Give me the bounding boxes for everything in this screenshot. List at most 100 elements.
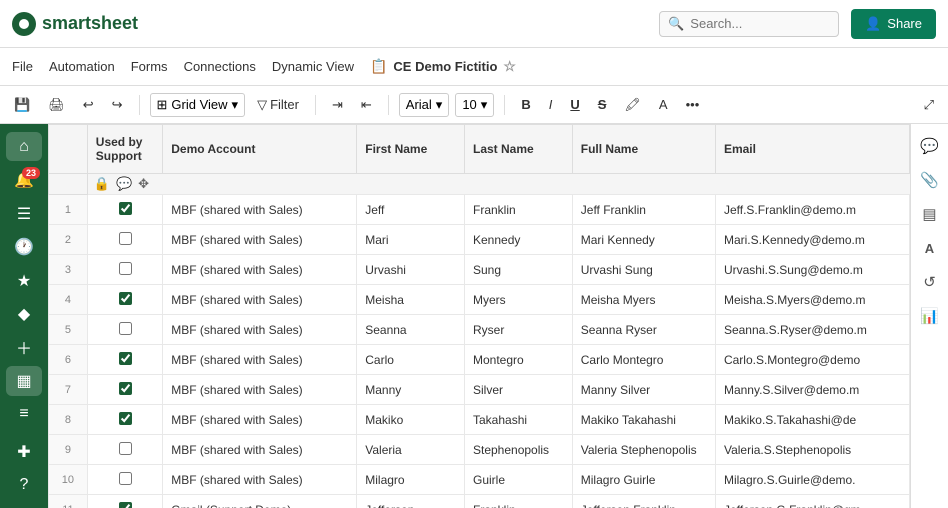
grid-view-select[interactable]: ⊞ Grid View ▾ xyxy=(150,93,246,117)
used-by-support-checkbox[interactable] xyxy=(119,202,132,215)
used-by-support-checkbox[interactable] xyxy=(119,352,132,365)
right-sidebar-charts[interactable]: 📊 xyxy=(916,302,944,330)
used-by-support-checkbox[interactable] xyxy=(119,502,132,508)
expand-btn[interactable]: ⤢ xyxy=(918,93,940,117)
used-by-support-checkbox[interactable] xyxy=(119,472,132,485)
right-sidebar-activity[interactable]: A xyxy=(916,234,944,262)
col-header-last-name: Last Name xyxy=(465,125,573,174)
search-input[interactable] xyxy=(690,16,830,31)
used-by-support-cell[interactable] xyxy=(87,255,162,285)
used-by-support-checkbox[interactable] xyxy=(119,442,132,455)
used-by-support-cell[interactable] xyxy=(87,195,162,225)
used-by-support-checkbox[interactable] xyxy=(119,292,132,305)
email-cell: Makiko.S.Takahashi@de xyxy=(715,405,909,435)
sidebar-item-recents[interactable]: 🕐 xyxy=(6,232,42,261)
demo-account-cell: MBF (shared with Sales) xyxy=(163,225,357,255)
email-cell: Carlo.S.Montegro@demo xyxy=(715,345,909,375)
save-btn[interactable]: 💾 xyxy=(8,93,36,117)
table-row: 11 Gmail (Support Demo) Jefferson Frankl… xyxy=(49,495,910,508)
used-by-support-cell[interactable] xyxy=(87,315,162,345)
search-box[interactable]: 🔍 xyxy=(659,11,839,37)
full-name-cell: Urvashi Sung xyxy=(572,255,715,285)
right-sidebar-attachments[interactable]: 📎 xyxy=(916,166,944,194)
toolbar: 💾 🖨 ↩ ↪ ⊞ Grid View ▾ ▽ Filter ⇥ ⇤ Arial… xyxy=(0,86,948,124)
sidebar-item-solutions[interactable]: ◆ xyxy=(6,299,42,328)
last-name-cell: Franklin xyxy=(465,195,573,225)
filter-btn[interactable]: ▽ Filter xyxy=(251,93,305,117)
highlight-btn[interactable]: 🖍 xyxy=(618,93,647,117)
favorite-star-icon[interactable]: ☆ xyxy=(503,58,516,75)
sidebar-item-reports[interactable]: ≡ xyxy=(6,400,42,429)
used-by-support-cell[interactable] xyxy=(87,345,162,375)
row-number: 3 xyxy=(49,255,88,285)
row-number: 10 xyxy=(49,465,88,495)
email-cell: Jefferson.G.Franklin@gm xyxy=(715,495,909,508)
menu-connections[interactable]: Connections xyxy=(184,51,256,82)
used-by-support-cell[interactable] xyxy=(87,405,162,435)
redo-btn[interactable]: ↪ xyxy=(106,93,129,117)
sidebar-item-notifications[interactable]: 🔔 23 xyxy=(6,165,42,194)
used-by-support-checkbox[interactable] xyxy=(119,382,132,395)
indent-btn[interactable]: ⇥ xyxy=(326,93,349,117)
full-name-cell: Seanna Ryser xyxy=(572,315,715,345)
last-name-cell: Takahashi xyxy=(465,405,573,435)
sidebar-item-help[interactable]: ? xyxy=(6,471,42,500)
used-by-support-cell[interactable] xyxy=(87,375,162,405)
share-button[interactable]: 👤 Share xyxy=(851,9,936,39)
email-cell: Manny.S.Silver@demo.m xyxy=(715,375,909,405)
search-icon: 🔍 xyxy=(668,16,684,32)
menu-automation[interactable]: Automation xyxy=(49,51,115,82)
col-header-used-by-support: Used by Support xyxy=(87,125,162,174)
used-by-support-checkbox[interactable] xyxy=(119,232,132,245)
filter-icon: ▽ xyxy=(257,97,267,113)
last-name-cell: Stephenopolis xyxy=(465,435,573,465)
menu-dynamic-view[interactable]: Dynamic View xyxy=(272,51,354,82)
used-by-support-checkbox[interactable] xyxy=(119,412,132,425)
divider-4 xyxy=(504,95,505,115)
sidebar-item-favorites[interactable]: ★ xyxy=(6,266,42,295)
more-btn[interactable]: ••• xyxy=(680,93,706,116)
used-by-support-cell[interactable] xyxy=(87,225,162,255)
last-name-cell: Kennedy xyxy=(465,225,573,255)
font-select[interactable]: Arial ▾ xyxy=(399,93,450,117)
demo-account-cell: MBF (shared with Sales) xyxy=(163,255,357,285)
row-number: 5 xyxy=(49,315,88,345)
row-number: 4 xyxy=(49,285,88,315)
font-size-select[interactable]: 10 ▾ xyxy=(455,93,494,117)
sidebar-item-sheets[interactable]: ▦ xyxy=(6,366,42,395)
right-sidebar-history[interactable]: ↺ xyxy=(916,268,944,296)
sidebar-item-add-more[interactable]: ✚ xyxy=(6,437,42,466)
text-color-btn[interactable]: A xyxy=(653,93,674,116)
menu-forms[interactable]: Forms xyxy=(131,51,168,82)
row-number: 8 xyxy=(49,405,88,435)
sidebar-item-browse[interactable]: ☰ xyxy=(6,199,42,228)
divider-1 xyxy=(139,95,140,115)
email-cell: Urvashi.S.Sung@demo.m xyxy=(715,255,909,285)
print-btn[interactable]: 🖨 xyxy=(42,93,71,117)
first-name-cell: Manny xyxy=(357,375,465,405)
underline-btn[interactable]: U xyxy=(564,93,585,116)
menu-file[interactable]: File xyxy=(12,51,33,82)
bold-btn[interactable]: B xyxy=(515,93,536,116)
used-by-support-checkbox[interactable] xyxy=(119,322,132,335)
undo-btn[interactable]: ↩ xyxy=(77,93,100,117)
sidebar-item-add[interactable]: ＋ xyxy=(6,333,42,362)
first-name-cell: Meisha xyxy=(357,285,465,315)
used-by-support-checkbox[interactable] xyxy=(119,262,132,275)
strikethrough-btn[interactable]: S xyxy=(592,93,613,116)
used-by-support-cell[interactable] xyxy=(87,495,162,508)
top-nav: smartsheet 🔍 👤 Share xyxy=(0,0,948,48)
used-by-support-cell[interactable] xyxy=(87,465,162,495)
right-sidebar-conversations[interactable]: 💬 xyxy=(916,132,944,160)
first-name-cell: Jefferson xyxy=(357,495,465,508)
col-header-full-name: Full Name xyxy=(572,125,715,174)
sheet-title: CE Demo Fictitio xyxy=(393,59,497,74)
right-sidebar-automations[interactable]: ▤ xyxy=(916,200,944,228)
outdent-btn[interactable]: ⇤ xyxy=(355,93,378,117)
app-logo: smartsheet xyxy=(12,12,138,36)
used-by-support-cell[interactable] xyxy=(87,435,162,465)
sidebar-item-home[interactable]: ⌂ xyxy=(6,132,42,161)
italic-btn[interactable]: I xyxy=(543,93,559,116)
used-by-support-cell[interactable] xyxy=(87,285,162,315)
divider-3 xyxy=(388,95,389,115)
